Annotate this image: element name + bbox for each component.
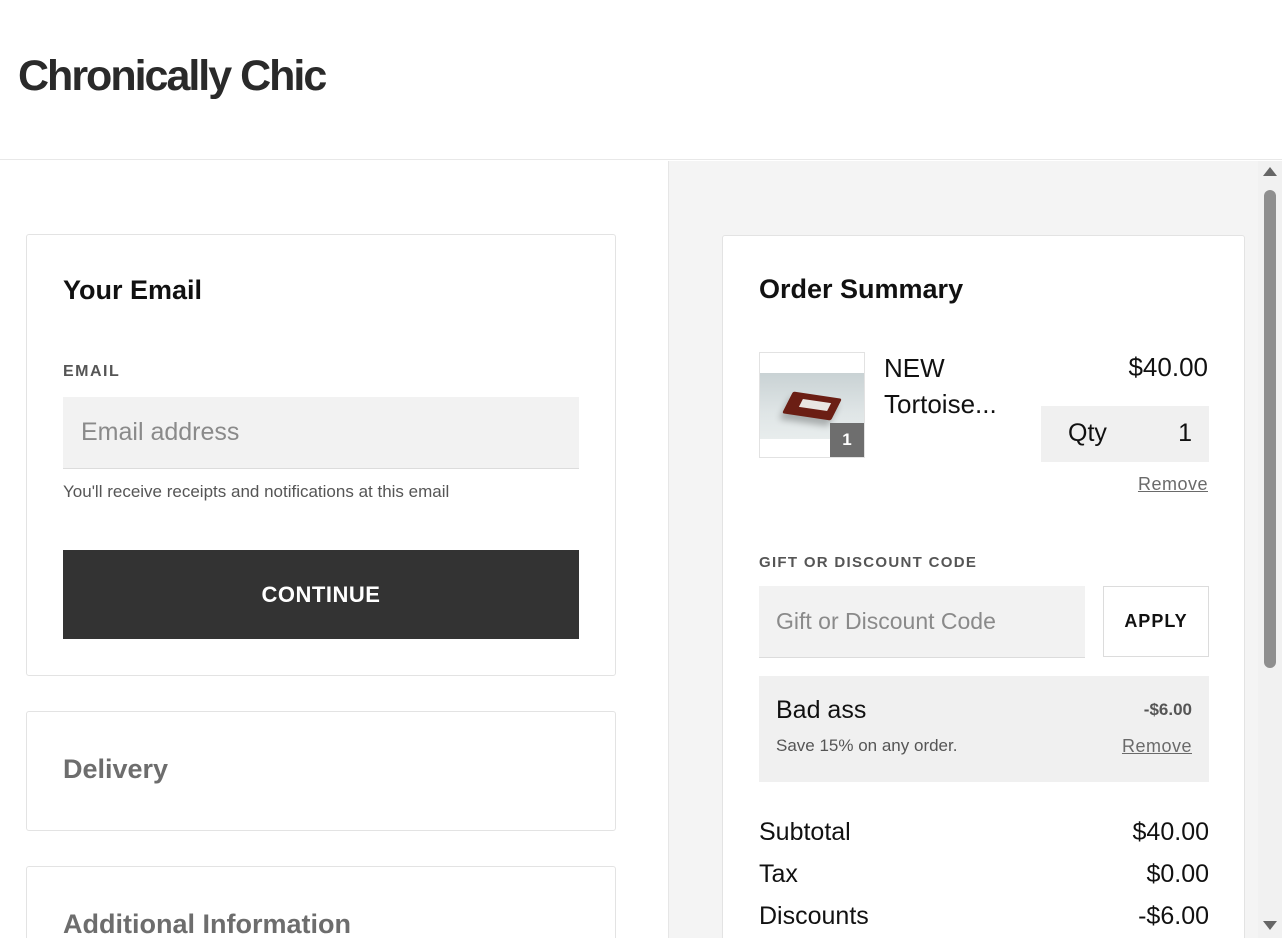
quantity-field[interactable]: Qty 1 [1041,406,1209,462]
additional-info-card: Additional Information [26,866,616,938]
checkout-steps: Your Email EMAIL You'll receive receipts… [0,161,668,938]
discounts-value: -$6.00 [1138,902,1209,930]
subtotal-value: $40.00 [1132,818,1209,846]
email-label: EMAIL [63,363,121,380]
gift-code-input[interactable] [759,586,1085,658]
order-summary-card: Order Summary 1 NEW Tortoise... $40.00 Q… [722,235,1245,938]
email-field[interactable] [63,397,579,469]
additional-info-title: Additional Information [63,909,351,938]
gift-code-label: GIFT OR DISCOUNT CODE [759,554,978,571]
remove-discount-link[interactable]: Remove [1122,736,1192,757]
continue-button[interactable]: CONTINUE [63,550,579,639]
discount-amount: -$6.00 [1143,700,1192,719]
delivery-card: Delivery [26,711,616,831]
order-summary-title: Order Summary [759,274,964,304]
tax-value: $0.00 [1146,860,1209,888]
email-help-text: You'll receive receipts and notification… [63,482,450,501]
discount-name: Bad ass [776,696,867,724]
product-price: $40.00 [1128,352,1208,382]
delivery-card-title: Delivery [63,754,169,784]
brand-logo[interactable]: Chronically Chic [18,52,327,101]
quantity-value[interactable]: 1 [1178,419,1192,448]
tax-label: Tax [759,860,798,888]
email-card: Your Email EMAIL You'll receive receipts… [26,234,616,676]
page-scrollbar[interactable] [1258,161,1282,938]
scroll-down-arrow-icon[interactable] [1263,921,1277,930]
applied-discount: Bad ass -$6.00 Save 15% on any order. Re… [759,676,1209,782]
email-card-title: Your Email [63,275,203,305]
remove-item-link[interactable]: Remove [1138,474,1208,495]
discounts-row: Discounts -$6.00 [759,902,1209,936]
product-name: NEW Tortoise... [884,353,997,419]
site-header: Chronically Chic [0,0,1282,160]
tax-row: Tax $0.00 [759,860,1209,894]
quantity-label: Qty [1068,419,1107,447]
subtotal-row: Subtotal $40.00 [759,818,1209,852]
scrollbar-thumb[interactable] [1264,190,1276,668]
quantity-badge: 1 [830,423,864,457]
discount-description: Save 15% on any order. [776,736,958,755]
subtotal-label: Subtotal [759,818,851,846]
order-summary-panel: Order Summary 1 NEW Tortoise... $40.00 Q… [668,161,1258,938]
scroll-up-arrow-icon[interactable] [1263,167,1277,176]
product-thumbnail: 1 [759,352,865,458]
discounts-label: Discounts [759,902,869,930]
apply-button[interactable]: APPLY [1103,586,1209,657]
